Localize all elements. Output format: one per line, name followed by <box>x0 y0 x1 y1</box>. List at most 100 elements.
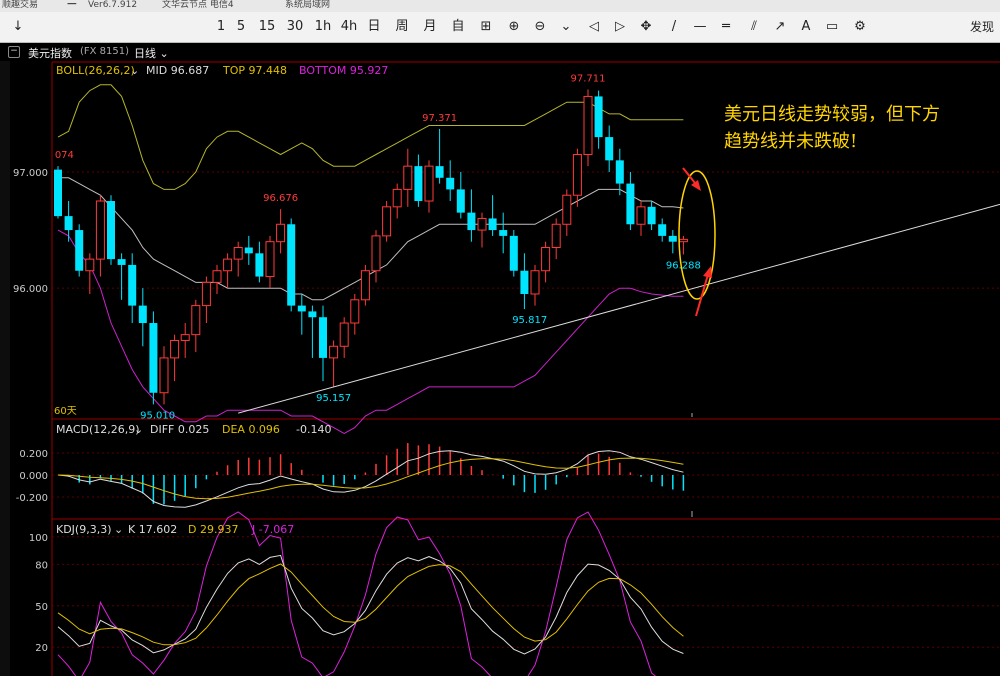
candle-body <box>201 281 211 307</box>
menu-arrow-icon[interactable]: ↓ <box>8 17 28 37</box>
candle-body <box>530 270 540 295</box>
price-label-low3: 95.817 <box>512 315 547 326</box>
candle-body <box>117 259 126 265</box>
ray-tool-icon[interactable]: / <box>664 17 684 37</box>
discover-button[interactable]: 发现 <box>966 17 998 37</box>
zoom-out-icon[interactable]: ⊖ <box>530 17 550 37</box>
scroll-down-icon[interactable]: ⌄ <box>556 17 576 37</box>
grid-icon[interactable]: ⊞ <box>476 17 496 37</box>
candle-body <box>329 345 339 359</box>
period-label: 日线 <box>134 47 156 60</box>
boll-mid-line <box>58 177 684 301</box>
macd-tick-label: 0.000 <box>19 471 48 482</box>
kdj-tick-label: 100 <box>29 533 48 544</box>
period-week-button[interactable]: 周 <box>392 17 412 37</box>
candle-body <box>138 305 147 324</box>
fib-tool-icon[interactable]: ⫽ <box>744 17 764 37</box>
candle-body <box>360 270 370 301</box>
candle-body <box>551 223 561 248</box>
candle-body <box>339 322 349 347</box>
candle-body <box>456 189 465 213</box>
period-30m-button[interactable]: 30 <box>284 17 306 37</box>
kdj-tick-label: 80 <box>35 560 48 571</box>
period-dropdown[interactable]: 日线 ⌄ <box>134 45 169 61</box>
candle-body <box>626 183 635 225</box>
candle-body <box>287 224 296 306</box>
price-label-last: 96.288 <box>666 260 701 271</box>
candle-body <box>414 166 423 202</box>
candle-body <box>265 241 275 278</box>
scroll-right-icon[interactable]: ▷ <box>610 17 630 37</box>
candle-body <box>605 137 614 161</box>
candle-body <box>658 224 667 236</box>
chevron-down-icon: ⌄ <box>156 47 169 60</box>
candle-body <box>541 247 551 272</box>
candle-body <box>446 177 455 190</box>
candle-body <box>170 339 180 359</box>
box-tool-icon[interactable]: ▭ <box>822 17 842 37</box>
candle-body <box>647 206 656 225</box>
period-15m-button[interactable]: 15 <box>256 17 278 37</box>
candle-body <box>668 235 677 242</box>
candle-body <box>276 223 286 243</box>
kdj-tick-label: 20 <box>35 643 48 654</box>
range-label: 60天 <box>54 406 77 417</box>
kdj-header-text: D 29.937 <box>188 523 238 536</box>
price-tick-label: 97.000 <box>13 168 48 179</box>
period-1m-button[interactable]: 1 <box>212 17 230 37</box>
zoom-in-icon[interactable]: ⊕ <box>504 17 524 37</box>
candle-body <box>477 217 487 231</box>
arrow-head-icon <box>691 180 701 191</box>
arrow-tool-icon[interactable]: ↗ <box>770 17 790 37</box>
arrow-head-icon <box>703 266 712 278</box>
candle-body <box>159 357 169 394</box>
candle-body <box>223 258 233 272</box>
period-4h-button[interactable]: 4h <box>338 17 360 37</box>
symbol-info-bar: − 美元指数 (FX 8151) 日线 ⌄ <box>0 43 1000 61</box>
minimize-dash-icon[interactable]: − <box>66 0 78 11</box>
macd-dea-line <box>57 457 684 500</box>
annotation-line-1: 美元日线走势较弱，但下方 <box>724 104 940 125</box>
kdj-header-text: KDJ(9,3,3) <box>56 523 112 536</box>
candle-body <box>572 154 582 196</box>
candle-body <box>499 230 508 236</box>
candle-body <box>382 206 392 237</box>
candle-body <box>435 166 444 178</box>
boll-header-text: BOLL(26,26,2) <box>56 64 135 77</box>
price-tick-label: 96.000 <box>13 284 48 295</box>
candle-body <box>636 206 646 225</box>
drag-icon[interactable]: ✥ <box>636 17 656 37</box>
candle-body <box>308 311 317 318</box>
period-custom-button[interactable]: 自 <box>448 17 468 37</box>
kdj-k-line <box>57 554 684 655</box>
macd-diff-line <box>57 450 684 508</box>
period-1h-button[interactable]: 1h <box>312 17 334 37</box>
period-day-button[interactable]: 日 <box>364 17 384 37</box>
candle-body <box>212 270 222 283</box>
candle-body <box>403 165 413 190</box>
candle-body <box>149 323 158 393</box>
macd-header-text: DEA 0.096 <box>222 423 280 436</box>
period-5m-button[interactable]: 5 <box>232 17 250 37</box>
period-month-button[interactable]: 月 <box>420 17 440 37</box>
scroll-left-icon[interactable]: ◁ <box>584 17 604 37</box>
toolbar: ↓ 1 5 15 30 1h 4h 日 周 月 自 ⊞ ⊕ ⊖ ⌄ ◁ ▷ ✥ … <box>0 12 1000 43</box>
boll-header-text: MID 96.687 <box>146 64 209 77</box>
candle-body <box>191 305 201 336</box>
price-label-high1: 96.676 <box>263 193 298 204</box>
settings-icon[interactable]: ⚙ <box>850 17 870 37</box>
boll-header-text: BOTTOM 95.927 <box>299 64 388 77</box>
candle-body <box>180 334 190 341</box>
candle-body <box>424 165 434 202</box>
parallel-tool-icon[interactable]: ═ <box>716 17 736 37</box>
symbol-code: (FX 8151) <box>80 46 130 57</box>
line-tool-icon[interactable]: — <box>690 17 710 37</box>
chevron-down-icon: ⌄ <box>134 423 143 436</box>
candle-body <box>64 216 73 231</box>
macd-tick-label: -0.200 <box>16 493 48 504</box>
candle-body <box>488 218 497 231</box>
collapse-icon[interactable]: − <box>8 46 20 58</box>
text-tool-icon[interactable]: A <box>796 17 816 37</box>
candle-body <box>255 253 264 277</box>
candle-body <box>75 230 84 271</box>
